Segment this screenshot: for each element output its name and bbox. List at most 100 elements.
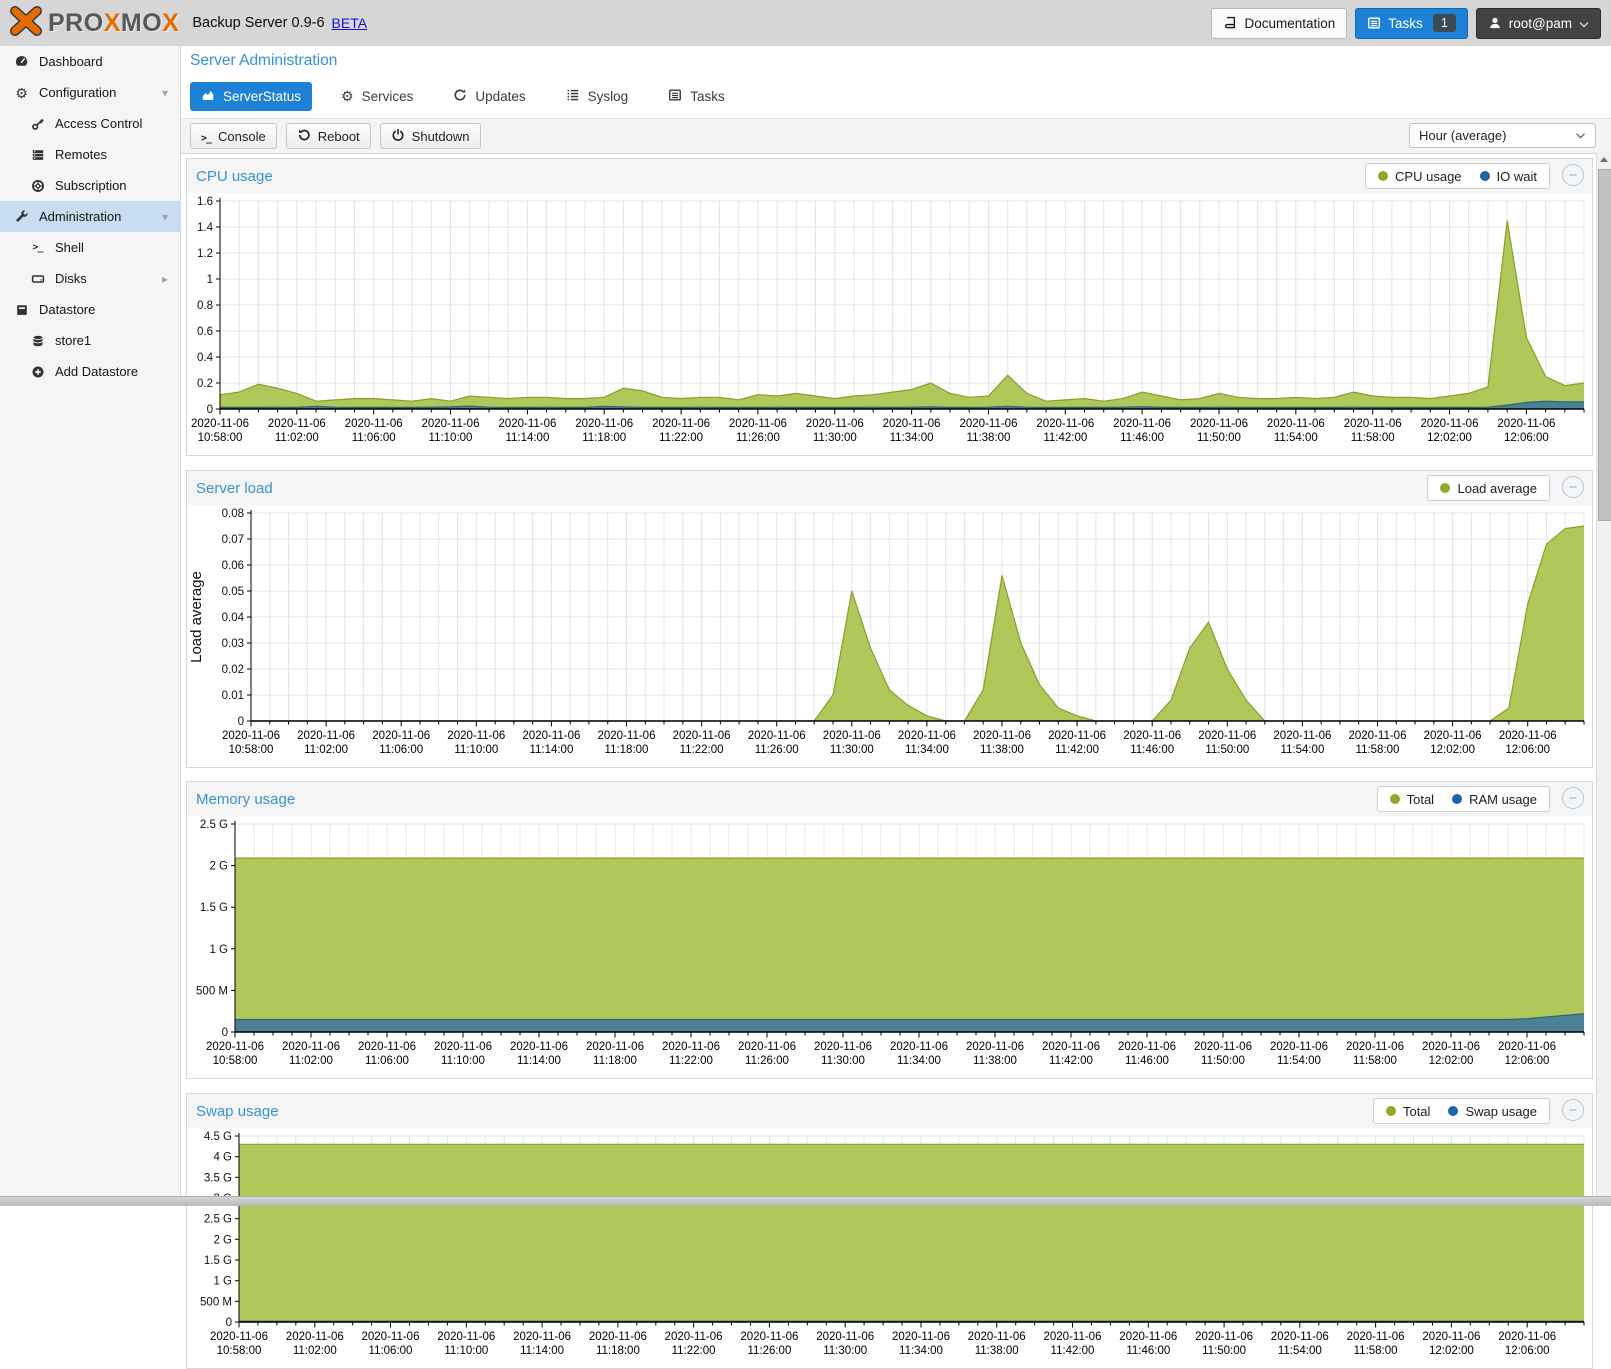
key-icon [29,117,46,131]
svg-text:12:06:00: 12:06:00 [1505,1055,1550,1067]
beta-link[interactable]: BETA [332,15,368,31]
sidebar-item-store1[interactable]: store1 [0,325,180,356]
tab-updates[interactable]: Updates [442,82,536,111]
terminal-icon: >_ [29,242,46,253]
legend-item-swap-usage[interactable]: Swap usage [1448,1104,1537,1119]
button-label: Tasks [1388,16,1423,31]
svg-text:2 G: 2 G [209,861,228,873]
svg-text:11:34:00: 11:34:00 [905,744,949,756]
documentation-button[interactable]: Documentation [1211,8,1347,39]
legend-item-ram-usage[interactable]: RAM usage [1452,792,1537,807]
svg-text:2020-11-06: 2020-11-06 [883,418,941,430]
panel-title: Memory usage [187,791,295,808]
collapse-panel-button[interactable]: − [1562,476,1584,498]
svg-text:0.04: 0.04 [222,612,245,624]
tab-serverstatus[interactable]: ServerStatus [190,82,312,111]
sidebar-item-disks[interactable]: Disks▸ [0,263,180,294]
root-pam-button[interactable]: root@pam [1476,8,1601,39]
svg-text:11:30:00: 11:30:00 [830,744,874,756]
legend-item-total[interactable]: Total [1390,792,1434,807]
sidebar-item-access-control[interactable]: Access Control [0,108,180,139]
svg-text:2020-11-06: 2020-11-06 [1123,730,1181,742]
time-range-select[interactable]: Hour (average) [1409,123,1596,148]
shutdown-button[interactable]: Shutdown [380,123,481,149]
sidebar-item-label: Shell [55,240,84,255]
collapse-panel-button[interactable]: − [1562,164,1584,186]
window-bottom-edge [0,1196,1611,1206]
sidebar-item-administration[interactable]: Administration▾ [0,201,180,232]
gear-icon: ⚙ [341,89,354,104]
legend-item-total[interactable]: Total [1386,1104,1430,1119]
scrollbar-up-arrow[interactable] [1597,152,1611,167]
proxmox-wordmark: PROXMOX [48,9,179,38]
svg-text:11:22:00: 11:22:00 [659,432,703,444]
datastore-icon [13,303,30,317]
sidebar-item-shell[interactable]: >_ Shell [0,232,180,263]
svg-text:11:10:00: 11:10:00 [429,432,473,444]
scrollbar-thumb[interactable] [1598,169,1611,521]
sidebar-item-remotes[interactable]: Remotes [0,139,180,170]
button-label: Reboot [318,129,360,144]
cpu-usage-panel: CPU usage CPU usageIO wait − 00.20.40.60… [186,158,1593,456]
legend-item-load-average[interactable]: Load average [1440,481,1537,496]
svg-text:2020-11-06: 2020-11-06 [823,730,881,742]
sidebar-item-dashboard[interactable]: Dashboard [0,46,180,77]
swap-usage-legend: Total Swap usage [1373,1098,1550,1124]
server-load-panel: Server load Load average − 00.010.020.03… [186,470,1593,768]
collapse-panel-button[interactable]: − [1562,1099,1584,1121]
svg-text:11:30:00: 11:30:00 [813,432,857,444]
reboot-button[interactable]: Reboot [286,123,371,149]
svg-text:2020-11-06: 2020-11-06 [1497,418,1555,430]
svg-text:11:42:00: 11:42:00 [1055,744,1099,756]
svg-text:500 M: 500 M [200,1296,232,1308]
svg-text:2020-11-06: 2020-11-06 [1344,418,1402,430]
svg-text:12:06:00: 12:06:00 [1505,744,1550,756]
legend-swatch [1480,171,1490,181]
svg-text:11:38:00: 11:38:00 [967,432,1011,444]
svg-text:11:14:00: 11:14:00 [505,432,549,444]
svg-text:11:14:00: 11:14:00 [520,1345,564,1357]
logo-letter: MO [121,9,162,37]
proxmox-logo: PROXMOX [8,6,179,41]
svg-text:11:06:00: 11:06:00 [369,1345,413,1357]
svg-text:2020-11-06: 2020-11-06 [1036,418,1094,430]
tab-label: Tasks [690,89,725,104]
sidebar-item-configuration[interactable]: ⚙Configuration▾ [0,77,180,108]
sidebar-item-add-datastore[interactable]: Add Datastore [0,356,180,387]
svg-text:11:46:00: 11:46:00 [1120,432,1164,444]
sidebar-item-subscription[interactable]: Subscription [0,170,180,201]
svg-text:4.5 G: 4.5 G [204,1131,232,1143]
legend-item-io-wait[interactable]: IO wait [1480,169,1537,184]
svg-text:2020-11-06: 2020-11-06 [268,418,326,430]
legend-item-cpu-usage[interactable]: CPU usage [1378,169,1461,184]
svg-text:2020-11-06: 2020-11-06 [1190,418,1248,430]
page-title: Server Administration [190,52,337,70]
sidebar-item-datastore[interactable]: Datastore [0,294,180,325]
sidebar-item-label: Datastore [39,302,95,317]
collapse-panel-button[interactable]: − [1562,787,1584,809]
svg-text:2020-11-06: 2020-11-06 [437,1331,495,1343]
svg-text:2020-11-06: 2020-11-06 [1346,1041,1404,1053]
svg-text:11:10:00: 11:10:00 [454,744,498,756]
svg-text:2020-11-06: 2020-11-06 [513,1331,571,1343]
console-button[interactable]: >_Console [190,123,277,149]
svg-text:11:02:00: 11:02:00 [304,744,348,756]
tasks-button[interactable]: Tasks1 [1355,8,1467,39]
tab-tasks[interactable]: Tasks [657,82,736,111]
svg-text:2020-11-06: 2020-11-06 [1194,1041,1252,1053]
svg-text:2020-11-06: 2020-11-06 [1347,1331,1405,1343]
svg-text:2020-11-06: 2020-11-06 [968,1331,1026,1343]
svg-text:2020-11-06: 2020-11-06 [729,418,787,430]
svg-text:11:50:00: 11:50:00 [1197,432,1241,444]
svg-text:11:18:00: 11:18:00 [593,1055,637,1067]
svg-text:0: 0 [207,404,213,416]
tab-syslog[interactable]: Syslog [555,82,640,111]
svg-text:0: 0 [226,1317,232,1329]
svg-text:11:34:00: 11:34:00 [897,1055,941,1067]
svg-text:1.5 G: 1.5 G [200,902,228,914]
svg-text:2 G: 2 G [213,1234,232,1246]
tab-services[interactable]: ⚙Services [330,82,424,111]
svg-text:0: 0 [238,716,244,728]
vertical-scrollbar[interactable] [1596,152,1611,1206]
svg-text:2020-11-06: 2020-11-06 [890,1041,948,1053]
